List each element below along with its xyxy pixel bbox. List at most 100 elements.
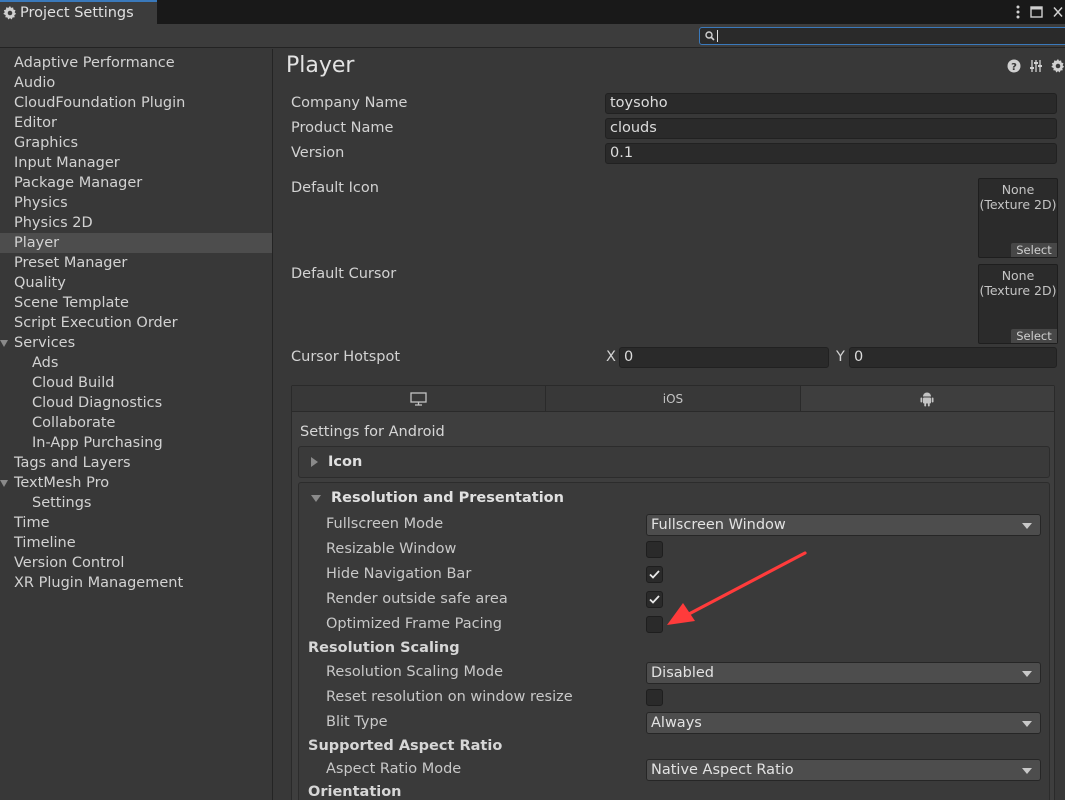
sidebar-item-tags-and-layers[interactable]: Tags and Layers: [0, 453, 272, 473]
company-name-label: Company Name: [291, 95, 408, 111]
product-name-field[interactable]: clouds: [605, 118, 1057, 139]
sidebar-item-ads[interactable]: Ads: [0, 353, 272, 373]
sidebar-item-cloud-diagnostics[interactable]: Cloud Diagnostics: [0, 393, 272, 413]
sidebar-item-package-manager[interactable]: Package Manager: [0, 173, 272, 193]
text-caret: [717, 30, 718, 42]
dropdown-arrow-icon: [1022, 721, 1032, 727]
sidebar-item-physics-2d[interactable]: Physics 2D: [0, 213, 272, 233]
sidebar-item-player[interactable]: Player: [0, 233, 272, 253]
platform-tabs: iOS: [292, 386, 1054, 412]
help-icon[interactable]: ?: [1007, 59, 1021, 73]
resolution-presentation-foldout: Resolution and Presentation Fullscreen M…: [298, 482, 1050, 800]
default-cursor-texture-slot[interactable]: None (Texture 2D) Select: [978, 264, 1058, 344]
sidebar-item-label: Package Manager: [14, 175, 143, 191]
dropdown-value: Fullscreen Window: [651, 517, 786, 533]
tab-title: Project Settings: [20, 5, 134, 21]
sidebar-item-physics[interactable]: Physics: [0, 193, 272, 213]
hide-navigation-bar-label: Hide Navigation Bar: [326, 566, 472, 582]
sidebar-item-label: Ads: [32, 355, 59, 371]
orientation-header: Orientation: [308, 784, 402, 800]
sidebar-item-label: Player: [14, 235, 60, 251]
close-icon[interactable]: [1053, 6, 1063, 18]
sidebar-item-label: Settings: [32, 495, 92, 511]
gear-icon: [3, 6, 17, 20]
svg-text:?: ?: [1011, 62, 1017, 73]
hotspot-x-field[interactable]: 0: [619, 347, 829, 368]
icon-foldout[interactable]: Icon: [298, 446, 1050, 478]
company-name-field[interactable]: toysoho: [605, 93, 1057, 114]
tab-android[interactable]: [800, 386, 1054, 411]
sidebar-item-scene-template[interactable]: Scene Template: [0, 293, 272, 313]
sidebar-item-in-app-purchasing[interactable]: In-App Purchasing: [0, 433, 272, 453]
sidebar-item-textmesh-settings[interactable]: Settings: [0, 493, 272, 513]
sidebar-item-label: Services: [14, 335, 76, 351]
hotspot-y-field[interactable]: 0: [849, 347, 1057, 368]
resolution-presentation-header[interactable]: Resolution and Presentation: [299, 483, 1049, 513]
sidebar-item-preset-manager[interactable]: Preset Manager: [0, 253, 272, 273]
resolution-scaling-mode-dropdown[interactable]: Disabled: [646, 662, 1041, 684]
version-field[interactable]: 0.1: [605, 143, 1057, 164]
sidebar-item-time[interactable]: Time: [0, 513, 272, 533]
foldout-expanded-icon[interactable]: [311, 494, 321, 502]
texture-type-text: (Texture 2D): [979, 283, 1057, 298]
foldout-arrow-icon[interactable]: [0, 480, 8, 487]
foldout-arrow-icon[interactable]: [0, 340, 8, 347]
player-settings-panel: Player ? Company Name toysoho Product Na…: [274, 49, 1065, 800]
sidebar-item-label: Quality: [14, 275, 66, 291]
sidebar-item-quality[interactable]: Quality: [0, 273, 272, 293]
aspect-ratio-mode-dropdown[interactable]: Native Aspect Ratio: [646, 759, 1041, 781]
sidebar-item-timeline[interactable]: Timeline: [0, 533, 272, 553]
hotspot-y-label: Y: [836, 349, 845, 365]
blit-type-row: Blit Type Always: [299, 711, 1049, 736]
dropdown-arrow-icon: [1022, 523, 1032, 529]
blit-type-dropdown[interactable]: Always: [646, 712, 1041, 734]
select-texture-button[interactable]: Select: [1011, 329, 1057, 343]
sidebar-item-audio[interactable]: Audio: [0, 73, 272, 93]
default-cursor-label: Default Cursor: [291, 266, 397, 282]
more-menu-icon[interactable]: [1016, 5, 1020, 19]
sidebar-item-xr-plugin-management[interactable]: XR Plugin Management: [0, 573, 272, 593]
sidebar-item-textmesh-pro[interactable]: TextMesh Pro: [0, 473, 272, 493]
sidebar-item-label: Graphics: [14, 135, 79, 151]
settings-gear-icon[interactable]: [1051, 59, 1065, 73]
maximize-icon[interactable]: [1030, 6, 1043, 18]
project-settings-tab[interactable]: Project Settings: [0, 0, 157, 24]
default-icon-texture-slot[interactable]: None (Texture 2D) Select: [978, 178, 1058, 258]
sidebar-item-cloudfoundation-plugin[interactable]: CloudFoundation Plugin: [0, 93, 272, 113]
sidebar-item-label: Script Execution Order: [14, 315, 178, 331]
sidebar-item-input-manager[interactable]: Input Manager: [0, 153, 272, 173]
search-input[interactable]: [699, 27, 1065, 45]
tab-standalone[interactable]: [292, 386, 547, 411]
texture-type-text: (Texture 2D): [979, 197, 1057, 212]
resolution-scaling-mode-row: Resolution Scaling Mode Disabled: [299, 661, 1049, 686]
sidebar-item-label: Cloud Build: [32, 375, 115, 391]
product-name-row: Product Name clouds: [291, 118, 1058, 140]
monitor-icon: [410, 391, 427, 406]
reset-resolution-row: Reset resolution on window resize: [299, 686, 1049, 711]
sidebar-item-collaborate[interactable]: Collaborate: [0, 413, 272, 433]
tab-ios[interactable]: iOS: [546, 386, 801, 411]
android-icon: [920, 392, 934, 406]
sidebar-item-adaptive-performance[interactable]: Adaptive Performance: [0, 53, 272, 73]
sidebar-item-label: Physics: [14, 195, 68, 211]
version-row: Version 0.1: [291, 143, 1058, 165]
sidebar-item-graphics[interactable]: Graphics: [0, 133, 272, 153]
resolution-scaling-header-row: Resolution Scaling: [299, 637, 1049, 662]
resizable-window-label: Resizable Window: [326, 541, 457, 557]
select-texture-button[interactable]: Select: [1011, 243, 1057, 257]
reset-resolution-label: Reset resolution on window resize: [326, 689, 573, 705]
sidebar-item-services[interactable]: Services: [0, 333, 272, 353]
resolution-section-title: Resolution and Presentation: [331, 490, 564, 506]
default-icon-label: Default Icon: [291, 180, 379, 196]
fullscreen-mode-dropdown[interactable]: Fullscreen Window: [646, 514, 1041, 536]
tab-ios-label: iOS: [662, 391, 684, 406]
sidebar-item-label: Physics 2D: [14, 215, 93, 231]
reset-resolution-checkbox[interactable]: [646, 689, 663, 706]
sidebar-item-cloud-build[interactable]: Cloud Build: [0, 373, 272, 393]
sidebar-item-editor[interactable]: Editor: [0, 113, 272, 133]
preset-sliders-icon[interactable]: [1029, 59, 1043, 73]
sidebar-item-version-control[interactable]: Version Control: [0, 553, 272, 573]
sidebar-item-script-execution-order[interactable]: Script Execution Order: [0, 313, 272, 333]
sidebar-item-label: Time: [14, 515, 50, 531]
foldout-collapsed-icon[interactable]: [311, 457, 318, 467]
